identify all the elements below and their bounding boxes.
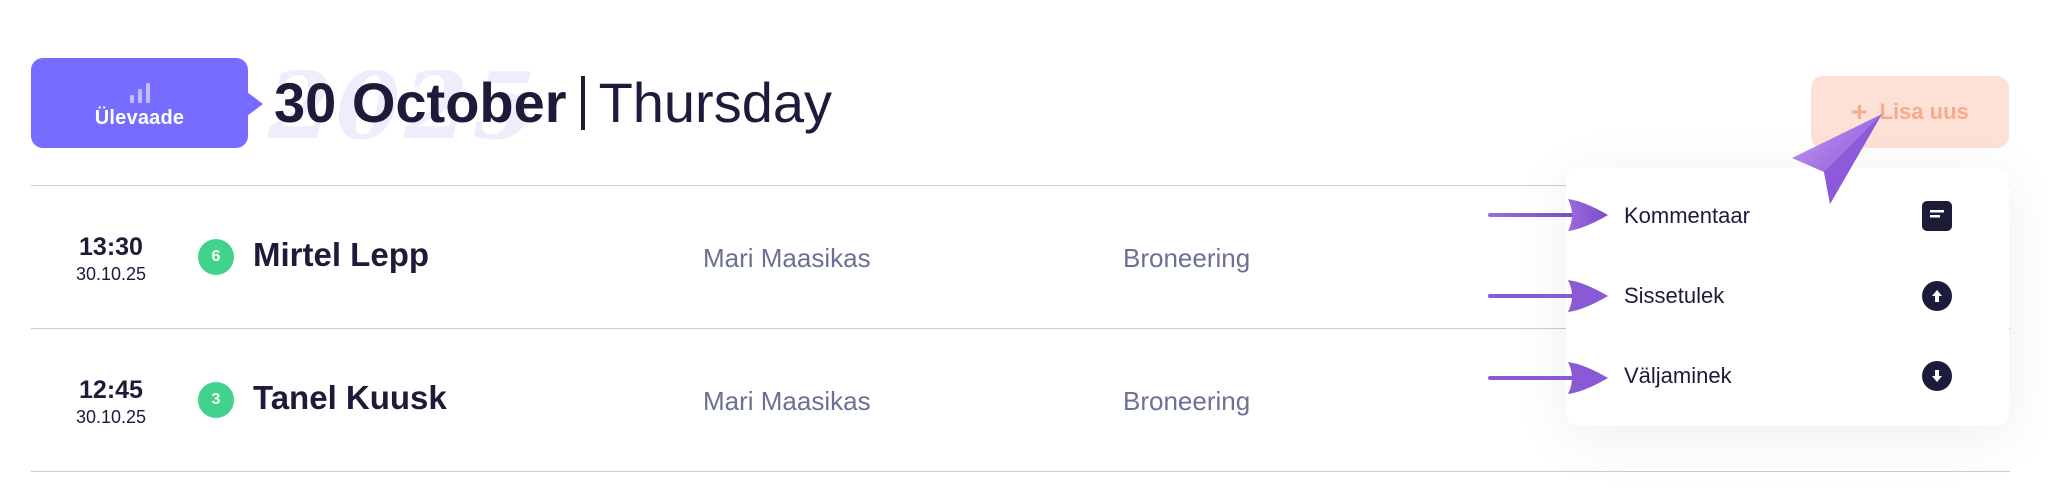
- arrow-up-circle-icon: [1922, 281, 1952, 311]
- menu-item-label: Kommentaar: [1624, 203, 1750, 228]
- add-new-label: Lisa uus: [1879, 99, 1969, 124]
- row-time: 13:30 30.10.25: [66, 233, 156, 285]
- entry-type: Broneering: [1123, 243, 1251, 273]
- client-name[interactable]: Tanel Kuusk: [253, 379, 447, 417]
- date-day: Thursday: [598, 71, 832, 134]
- time-value: 13:30: [79, 233, 143, 261]
- pointer-cursor-icon: [1792, 114, 1882, 204]
- employee-name: Mari Maasikas: [703, 243, 871, 273]
- menu-item-label: Sissetulek: [1624, 283, 1725, 308]
- date-value: 30.10.25: [75, 264, 147, 284]
- comment-icon: [1922, 201, 1952, 231]
- menu-item-sissetulek[interactable]: Sissetulek: [1566, 266, 2009, 326]
- date-value: 30.10.25: [75, 407, 147, 427]
- menu-item-label: Väljaminek: [1624, 363, 1732, 388]
- page-title: 30 October Thursday: [274, 68, 832, 135]
- page: Ülevaade 2025 30 October Thursday + Lisa…: [0, 0, 2048, 502]
- client-name[interactable]: Mirtel Lepp: [253, 236, 429, 274]
- time-value: 12:45: [79, 376, 143, 404]
- overview-button[interactable]: Ülevaade: [31, 58, 263, 148]
- overview-label: Ülevaade: [94, 106, 185, 129]
- count-badge: 3: [198, 382, 234, 418]
- menu-item-valjaminek[interactable]: Väljaminek: [1566, 346, 2009, 406]
- add-new-dropdown: Kommentaar Sissetulek Väljaminek: [1566, 168, 2009, 426]
- row-time: 12:45 30.10.25: [66, 376, 156, 428]
- employee-name: Mari Maasikas: [703, 386, 871, 416]
- arrow-down-circle-icon: [1922, 361, 1952, 391]
- annotation-arrow: [1488, 280, 1608, 312]
- title-separator: [580, 76, 585, 130]
- count-badge: 6: [198, 239, 234, 275]
- date-main: 30 October: [274, 71, 567, 134]
- divider: [31, 471, 2010, 472]
- menu-item-kommentaar[interactable]: Kommentaar: [1566, 186, 2009, 246]
- bar-chart-icon: [129, 81, 150, 103]
- annotation-arrow: [1488, 199, 1608, 231]
- annotation-arrow: [1488, 362, 1608, 394]
- entry-type: Broneering: [1123, 386, 1251, 416]
